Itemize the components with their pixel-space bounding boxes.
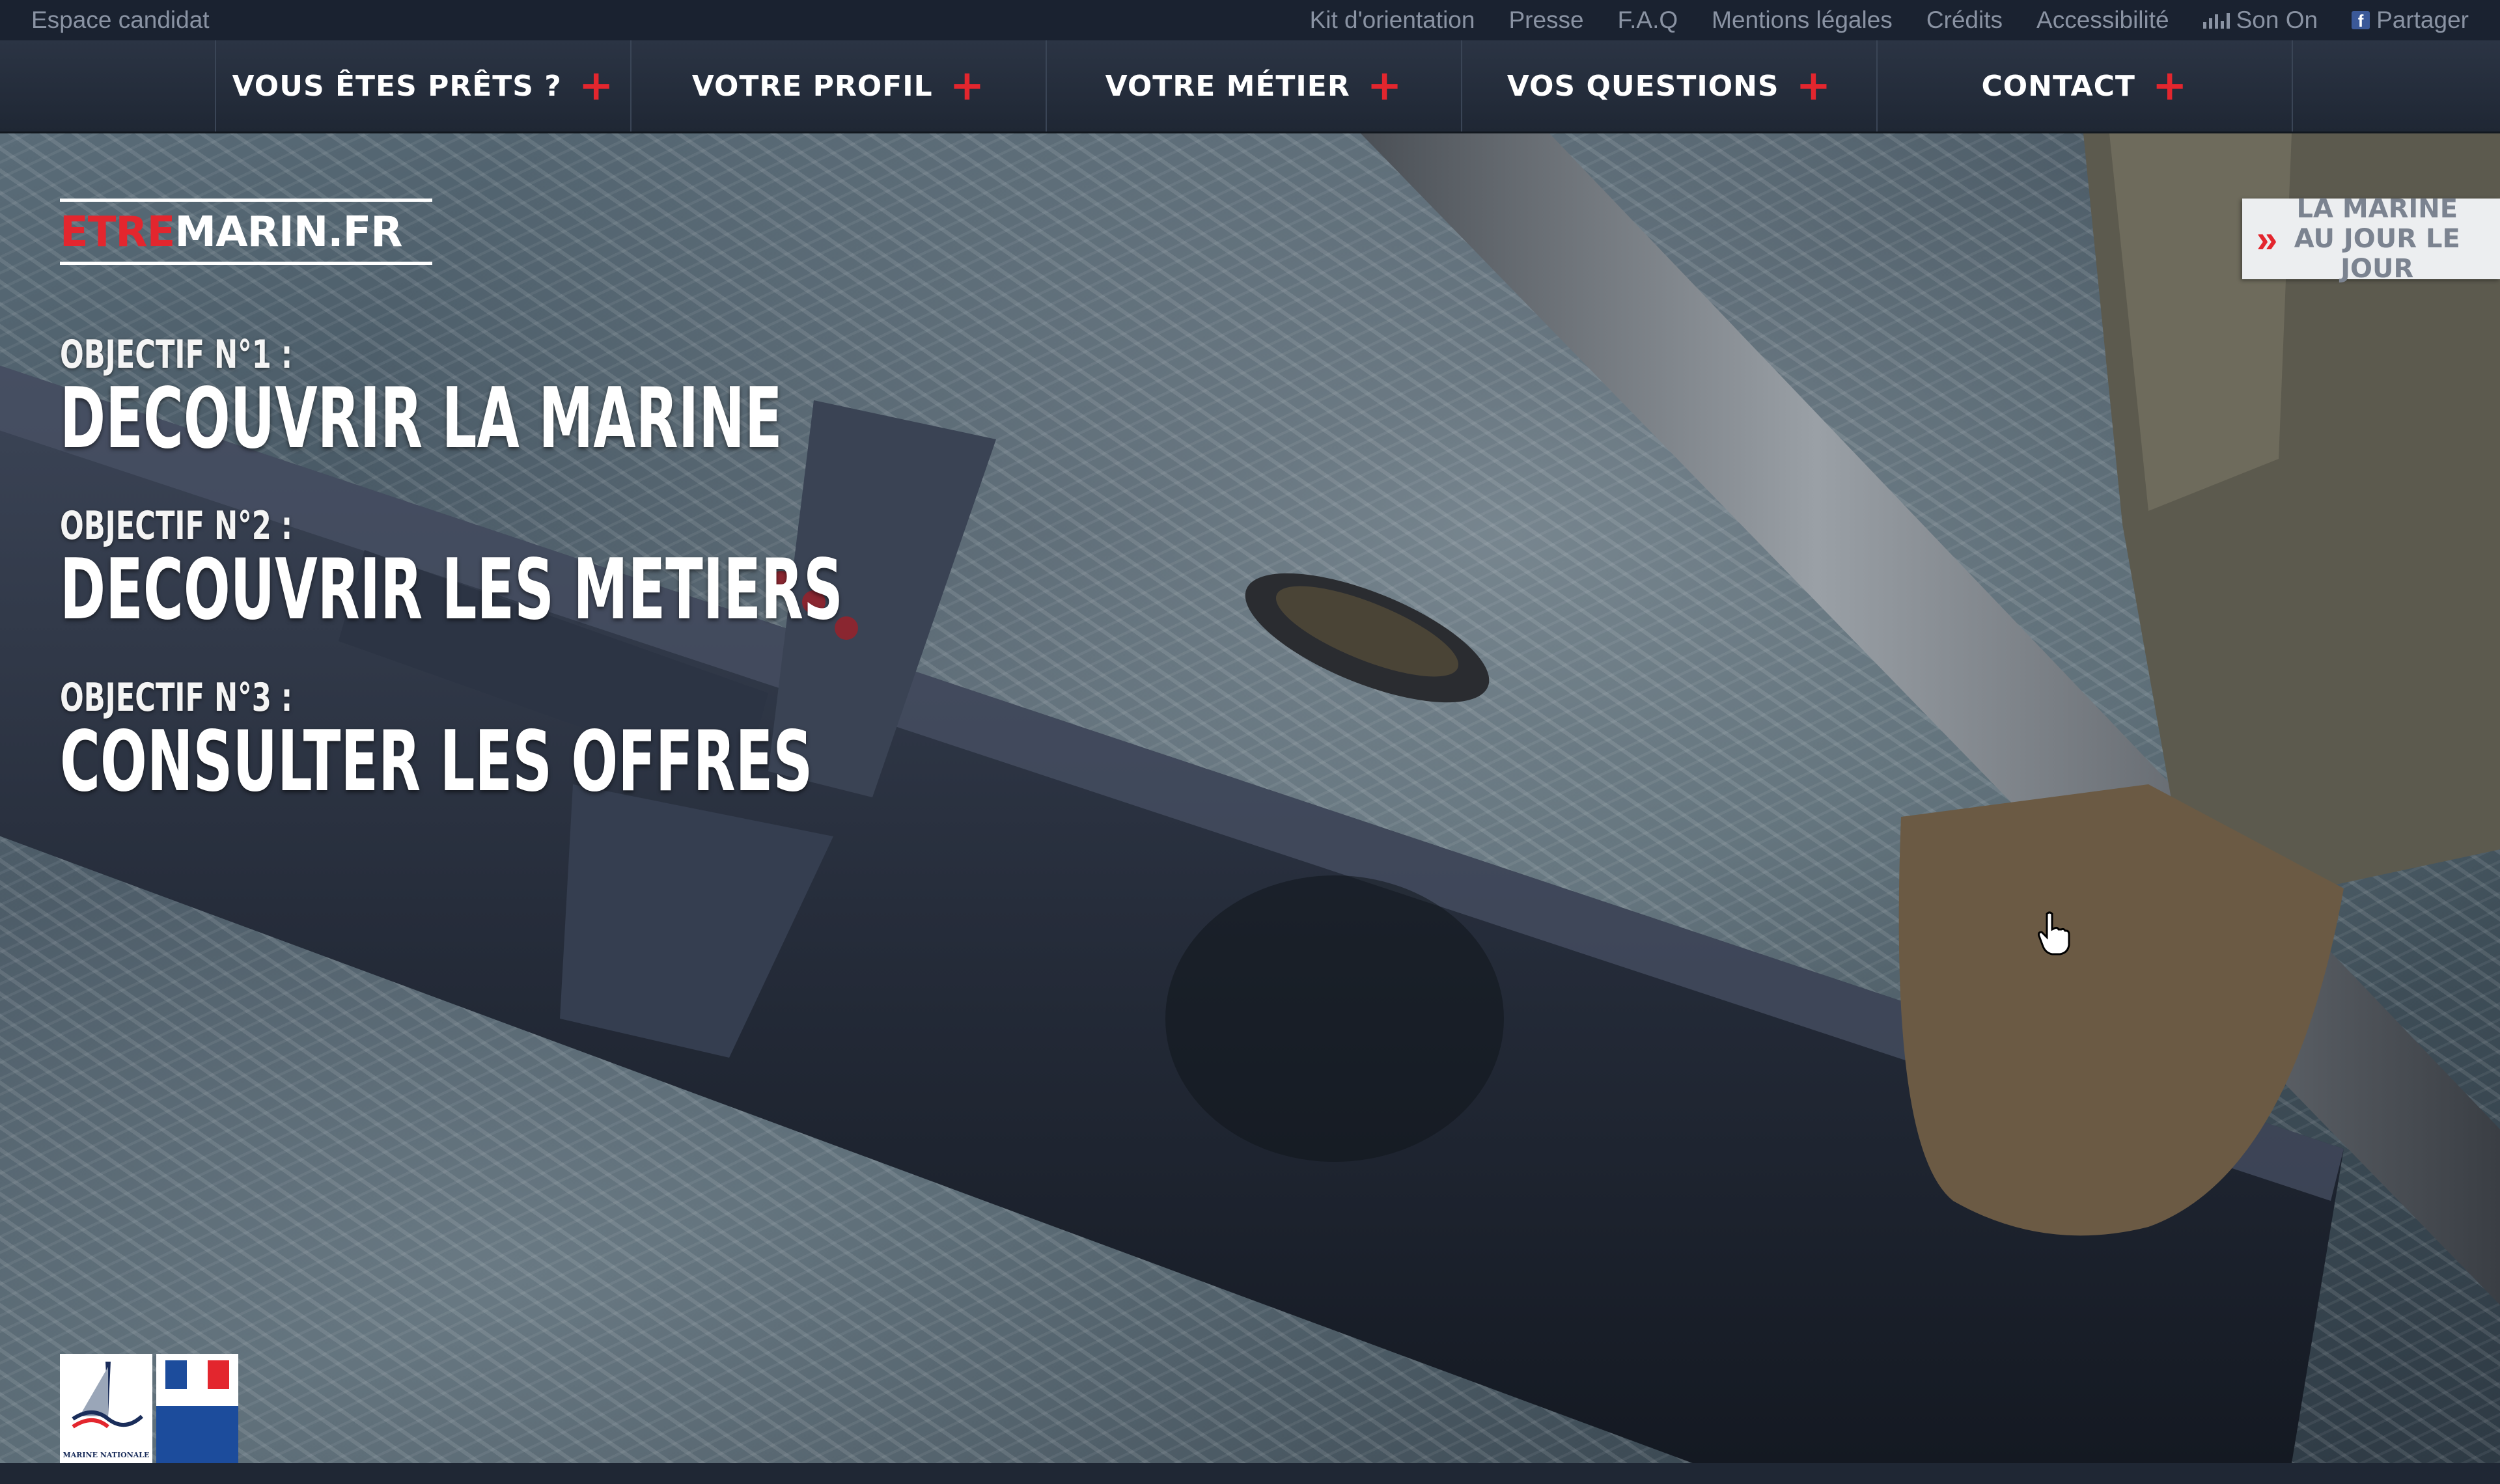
main-nav: VOUS ÊTES PRÊTS ? + VOTRE PROFIL + VOTRE… [0,40,2500,133]
anchor-emblem-icon [72,1362,144,1429]
plus-icon: + [578,62,615,110]
page: Espace candidat Kit d'orientation Presse… [0,0,2500,1484]
plus-icon: + [949,62,986,110]
zodiac-boat-shape [1245,573,1490,703]
accessibilite-link[interactable]: Accessibilité [2036,7,2169,34]
nav-item-label: VOTRE PROFIL [691,69,933,103]
hand-pointer-cursor-icon [2038,911,2070,955]
nav-item-vous-etes-prets[interactable]: VOUS ÊTES PRÊTS ? + [215,40,630,131]
plus-icon: + [2152,62,2188,110]
site-logo[interactable]: ETREMARIN.FR [60,199,432,265]
french-flag-icon [165,1360,230,1389]
faq-link[interactable]: F.A.Q [1618,7,1678,34]
double-chevron-icon: » [2257,217,2277,260]
nav-item-label: VOTRE MÉTIER [1105,69,1350,103]
sound-toggle[interactable]: Son On [2202,7,2318,34]
logo-wordmark: ETREMARIN.FR [60,202,432,262]
plus-icon: + [1367,62,1403,110]
utility-links: Kit d'orientation Presse F.A.Q Mentions … [1310,7,2469,34]
partner-logos: MARINE NATIONALE [60,1354,238,1463]
presse-link[interactable]: Presse [1508,7,1583,34]
marine-au-jour-le-jour-tab[interactable]: » LA MARINE AU JOUR LE JOUR [2242,194,2500,284]
mentions-legales-link[interactable]: Mentions légales [1712,7,1893,34]
side-tab-label: LA MARINE AU JOUR LE JOUR [2294,194,2460,284]
marine-nationale-logo[interactable]: MARINE NATIONALE [60,1354,152,1463]
ministry-block [156,1406,238,1463]
objective-title: CONSULTER LES OFFRES [60,713,813,810]
objective-3-link[interactable]: OBJECTIF N°3 : CONSULTER LES OFFRES [60,675,1201,804]
logo-part-white: MARIN.FR [174,208,402,256]
nav-items: VOUS ÊTES PRÊTS ? + VOTRE PROFIL + VOTRE… [215,40,2293,131]
objective-1-link[interactable]: OBJECTIF N°1 : DECOUVRIR LA MARINE [60,332,1154,461]
footer-strip [0,1463,2500,1484]
republique-francaise-logo[interactable] [156,1354,238,1463]
hero-banner: ETREMARIN.FR OBJECTIF N°1 : DECOUVRIR LA… [0,133,2500,1463]
plus-icon: + [1796,62,1832,110]
objective-title: DECOUVRIR LA MARINE [60,370,783,467]
facebook-icon: f [2352,11,2370,31]
share-button[interactable]: f Partager [2352,7,2469,34]
sound-bars-icon [2202,12,2230,29]
espace-candidat-link[interactable]: Espace candidat [31,7,210,34]
nav-item-votre-profil[interactable]: VOTRE PROFIL + [630,40,1046,131]
sound-label: Son On [2236,7,2318,33]
nav-item-vos-questions[interactable]: VOS QUESTIONS + [1461,40,1876,131]
logo-divider [60,262,432,265]
kit-orientation-link[interactable]: Kit d'orientation [1310,7,1475,34]
nav-item-label: VOS QUESTIONS [1507,69,1779,103]
credits-link[interactable]: Crédits [1926,7,2003,34]
utility-bar: Espace candidat Kit d'orientation Presse… [0,0,2500,42]
nav-item-contact[interactable]: CONTACT + [1876,40,2293,131]
logo-part-red: ETRE [60,208,175,256]
share-label: Partager [2376,7,2469,33]
objective-title: DECOUVRIR LES METIERS [60,542,843,639]
nav-item-label: CONTACT [1981,69,2135,103]
marine-caption: MARINE NATIONALE [62,1451,150,1459]
objective-2-link[interactable]: OBJECTIF N°2 : DECOUVRIR LES METIERS [60,503,1246,632]
nav-item-votre-metier[interactable]: VOTRE MÉTIER + [1046,40,1461,131]
nav-item-label: VOUS ÊTES PRÊTS ? [232,69,562,103]
